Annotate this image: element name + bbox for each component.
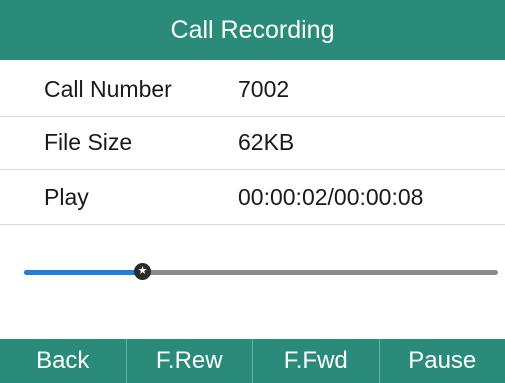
softkey-bar: Back F.Rew F.Fwd Pause (0, 339, 505, 383)
pause-button[interactable]: Pause (378, 339, 505, 383)
field-value-play-time: 00:00:02/00:00:08 (238, 184, 424, 210)
title-bar: Call Recording (0, 0, 505, 60)
page-title: Call Recording (170, 15, 335, 44)
field-label-file-size: File Size (44, 129, 133, 155)
star-icon: ★ (137, 265, 148, 277)
progress-knob[interactable]: ★ (134, 263, 151, 280)
field-value-call-number: 7002 (238, 76, 290, 102)
back-button[interactable]: Back (0, 339, 126, 383)
field-label-play: Play (44, 184, 89, 210)
fast-rewind-button[interactable]: F.Rew (125, 339, 253, 383)
field-label-call-number: Call Number (44, 76, 172, 102)
playback-progress-slider[interactable]: ★ (24, 262, 498, 284)
field-value-file-size: 62KB (238, 129, 295, 155)
field-row-call-number: Call Number 7002 (0, 64, 505, 117)
progress-fill (24, 270, 143, 275)
field-row-play: Play 00:00:02/00:00:08 (0, 172, 505, 225)
field-row-file-size: File Size 62KB (0, 117, 505, 170)
fast-forward-button[interactable]: F.Fwd (252, 339, 379, 383)
call-recording-screen: Call Recording Call Number 7002 File Siz… (0, 0, 505, 383)
